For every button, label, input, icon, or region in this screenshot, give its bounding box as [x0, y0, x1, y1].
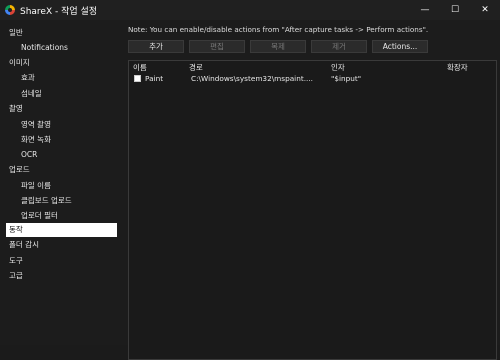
- window-controls: — ☐ ✕: [410, 0, 500, 20]
- sidebar-item-uploader-filters[interactable]: 업로더 필터: [6, 209, 120, 223]
- edit-button[interactable]: 편집: [189, 40, 245, 53]
- sidebar-item-capture[interactable]: 촬영: [6, 102, 120, 116]
- title-bar: ShareX - 작업 설정 — ☐ ✕: [0, 0, 500, 20]
- sidebar-item-upload[interactable]: 업로드: [6, 163, 120, 177]
- sidebar-item-ocr[interactable]: OCR: [6, 148, 120, 162]
- sidebar-item-clipboard-upload[interactable]: 클립보드 업로드: [6, 194, 120, 208]
- sidebar-item-advanced[interactable]: 고급: [6, 269, 120, 283]
- minimize-button[interactable]: —: [410, 0, 440, 20]
- enable-checkbox[interactable]: [134, 75, 141, 82]
- sidebar-item-file-naming[interactable]: 파일 이름: [6, 179, 120, 193]
- action-args: "$input": [331, 74, 362, 83]
- column-extensions[interactable]: 확장자: [447, 62, 468, 73]
- column-name[interactable]: 이름: [133, 62, 147, 73]
- maximize-button[interactable]: ☐: [440, 0, 470, 20]
- actions-note: Note: You can enable/disable actions fro…: [128, 25, 429, 34]
- actions-button[interactable]: Actions...: [372, 40, 428, 53]
- sidebar-item-actions[interactable]: 동작: [6, 223, 117, 237]
- column-args[interactable]: 인자: [331, 62, 345, 73]
- sidebar-item-general[interactable]: 일반: [6, 26, 120, 40]
- actions-list[interactable]: 이름 경로 인자 확장자 Paint C:\Windows\system32\m…: [128, 60, 497, 360]
- sidebar-item-region-capture[interactable]: 영역 촬영: [6, 118, 120, 132]
- sidebar-item-tools[interactable]: 도구: [6, 254, 120, 268]
- sidebar-item-notifications[interactable]: Notifications: [6, 41, 120, 55]
- column-path[interactable]: 경로: [189, 62, 203, 73]
- action-path: C:\Windows\system32\mspaint....: [191, 74, 313, 83]
- actions-panel: Note: You can enable/disable actions fro…: [125, 20, 500, 360]
- action-name: Paint: [145, 74, 164, 83]
- add-button[interactable]: 추가: [128, 40, 184, 53]
- sharex-icon: [5, 5, 15, 15]
- list-item[interactable]: Paint C:\Windows\system32\mspaint.... "$…: [129, 73, 496, 85]
- sidebar-item-effects[interactable]: 효과: [6, 71, 120, 85]
- sidebar-item-screen-recorder[interactable]: 화면 녹화: [6, 133, 120, 147]
- sidebar-item-thumbnail[interactable]: 섬네일: [6, 87, 120, 101]
- sidebar-item-image[interactable]: 이미지: [6, 56, 120, 70]
- list-header: 이름 경로 인자 확장자: [129, 61, 496, 73]
- task-settings-window: ShareX - 작업 설정 — ☐ ✕ 일반 Notifications 이미…: [0, 0, 500, 360]
- window-title: ShareX - 작업 설정: [20, 6, 98, 17]
- remove-button[interactable]: 제거: [311, 40, 367, 53]
- sidebar-item-watch-folders[interactable]: 폴더 감시: [6, 238, 120, 252]
- close-button[interactable]: ✕: [470, 0, 500, 20]
- duplicate-button[interactable]: 복제: [250, 40, 306, 53]
- settings-sidebar: 일반 Notifications 이미지 효과 섬네일 촬영 영역 촬영 화면 …: [6, 26, 118, 342]
